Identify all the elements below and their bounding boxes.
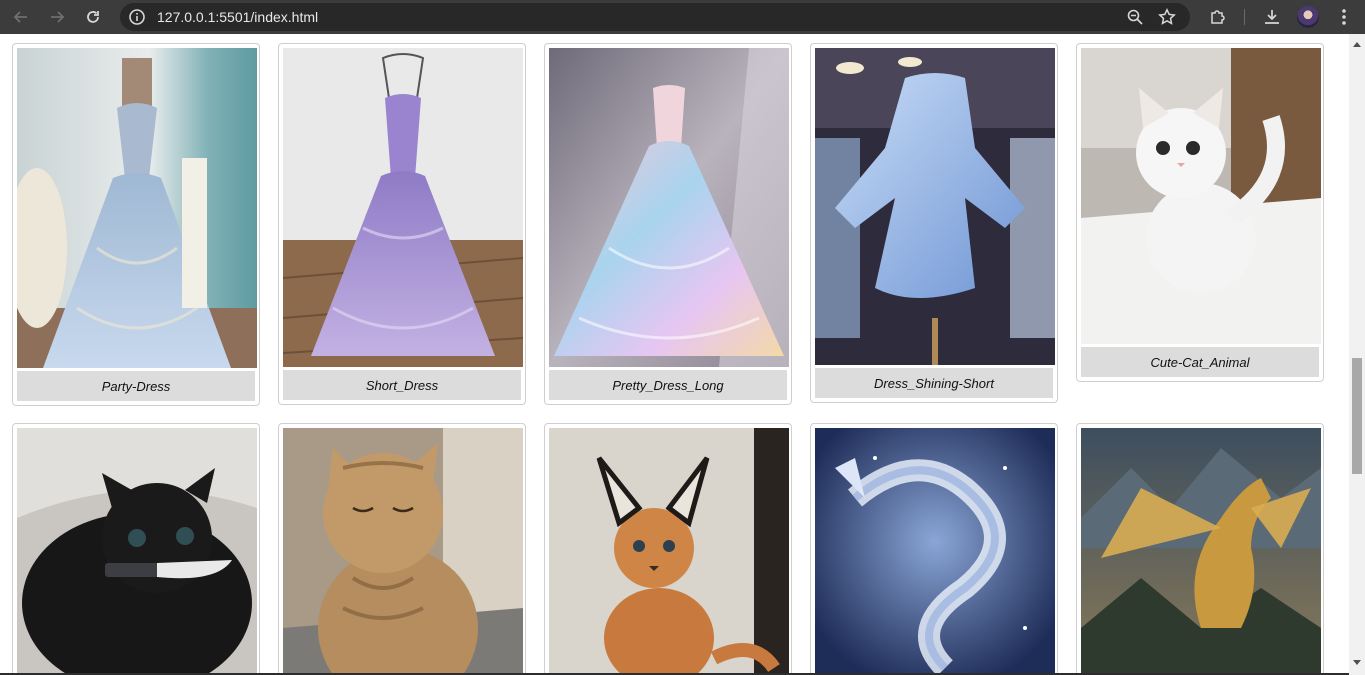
- scrollbar-thumb[interactable]: [1352, 358, 1362, 474]
- back-button[interactable]: [9, 5, 33, 29]
- puzzle-icon: [1211, 10, 1225, 24]
- caracal-kitten-picture: [549, 428, 789, 675]
- gallery-card[interactable]: Cute-Cat_Animal: [1076, 43, 1324, 382]
- downloads-button[interactable]: [1260, 5, 1284, 29]
- reload-icon: [87, 11, 99, 23]
- gallery-card[interactable]: [544, 423, 792, 675]
- gallery-card[interactable]: [1076, 423, 1324, 675]
- page-viewport: Party-Dress Short_Dress Pretty_Dress_Lon…: [0, 34, 1349, 675]
- silver-dragon-image[interactable]: [815, 428, 1055, 675]
- purple-ball-gown-picture: [283, 48, 523, 367]
- kebab-menu-icon: [1342, 9, 1346, 25]
- blue-short-dress-image[interactable]: [815, 48, 1055, 365]
- arrow-right-icon: [51, 11, 65, 23]
- iridescent-gown-picture: [549, 48, 789, 367]
- tabby-cat-image[interactable]: [283, 428, 523, 675]
- scroll-up-arrow-icon[interactable]: [1353, 42, 1361, 47]
- toolbar-divider: [1244, 9, 1245, 25]
- menu-button[interactable]: [1332, 5, 1356, 29]
- scroll-down-arrow-icon[interactable]: [1353, 660, 1361, 665]
- download-icon: [1265, 10, 1279, 24]
- gallery-card[interactable]: Party-Dress: [12, 43, 260, 406]
- forward-button[interactable]: [45, 5, 69, 29]
- black-cat-with-knife-image[interactable]: [17, 428, 257, 675]
- zoom-icon[interactable]: [1126, 8, 1144, 26]
- gallery-card[interactable]: [810, 423, 1058, 675]
- card-caption: Cute-Cat_Animal: [1081, 347, 1319, 377]
- blue-ball-gown-picture: [17, 48, 257, 368]
- bookmark-star-icon[interactable]: [1158, 8, 1176, 26]
- blue-ball-gown-image[interactable]: [17, 48, 257, 368]
- gallery-card[interactable]: [278, 423, 526, 675]
- blue-short-dress-picture: [815, 48, 1055, 365]
- caracal-kitten-image[interactable]: [549, 428, 789, 675]
- purple-ball-gown-image[interactable]: [283, 48, 523, 367]
- golden-dragon-image[interactable]: [1081, 428, 1321, 675]
- reload-button[interactable]: [81, 5, 105, 29]
- gallery-card[interactable]: [12, 423, 260, 675]
- extensions-button[interactable]: [1206, 5, 1230, 29]
- tabby-cat-picture: [283, 428, 523, 675]
- card-caption: Dress_Shining-Short: [815, 368, 1053, 398]
- card-caption: Pretty_Dress_Long: [549, 370, 787, 400]
- card-caption: Short_Dress: [283, 370, 521, 400]
- vertical-scrollbar[interactable]: [1349, 34, 1365, 675]
- iridescent-gown-image[interactable]: [549, 48, 789, 367]
- white-kitten-picture: [1081, 48, 1321, 344]
- site-info-icon[interactable]: [128, 8, 146, 26]
- address-bar[interactable]: 127.0.0.1:5501/index.html: [120, 3, 1190, 31]
- url-text: 127.0.0.1:5501/index.html: [157, 9, 319, 25]
- white-kitten-image[interactable]: [1081, 48, 1321, 344]
- arrow-left-icon: [13, 11, 27, 23]
- black-cat-with-knife-picture: [17, 428, 257, 675]
- gallery-card[interactable]: Dress_Shining-Short: [810, 43, 1058, 403]
- gallery-card[interactable]: Pretty_Dress_Long: [544, 43, 792, 405]
- card-caption: Party-Dress: [17, 371, 255, 401]
- browser-toolbar: 127.0.0.1:5501/index.html: [0, 0, 1365, 34]
- silver-dragon-picture: [815, 428, 1055, 675]
- golden-dragon-picture: [1081, 428, 1321, 675]
- profile-avatar[interactable]: [1297, 6, 1319, 28]
- gallery-card[interactable]: Short_Dress: [278, 43, 526, 405]
